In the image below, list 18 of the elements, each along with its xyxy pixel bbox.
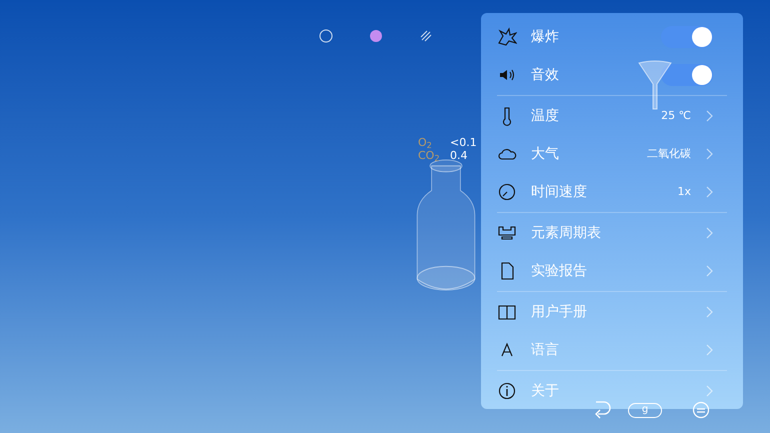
menu-label: 音效 bbox=[531, 66, 560, 84]
gas-label: CO$_{2}$ bbox=[418, 149, 440, 162]
menu-label: 时间速度 bbox=[531, 182, 588, 202]
setting-value: 25 ℃ bbox=[661, 108, 691, 124]
menu-label: 温度 bbox=[531, 106, 560, 126]
menu-label: 大气 bbox=[531, 144, 560, 164]
menu-label: 元素周期表 bbox=[531, 224, 602, 242]
menu-label: 用户手册 bbox=[531, 302, 588, 322]
gas-reading: <0.1 bbox=[450, 136, 477, 149]
gas-label: O$_{2}$ bbox=[418, 136, 433, 149]
menu-label: 关于 bbox=[531, 382, 560, 400]
setting-value: 1x bbox=[677, 184, 691, 200]
menu-label: 实验报告 bbox=[531, 262, 588, 280]
gas-reading: 0.4 bbox=[450, 149, 468, 162]
menu-label: 语言 bbox=[531, 340, 560, 360]
setting-value: 二氧化碳 bbox=[647, 146, 691, 162]
weight-unit-button[interactable]: g bbox=[628, 402, 662, 418]
menu-label: 爆炸 bbox=[531, 28, 560, 46]
